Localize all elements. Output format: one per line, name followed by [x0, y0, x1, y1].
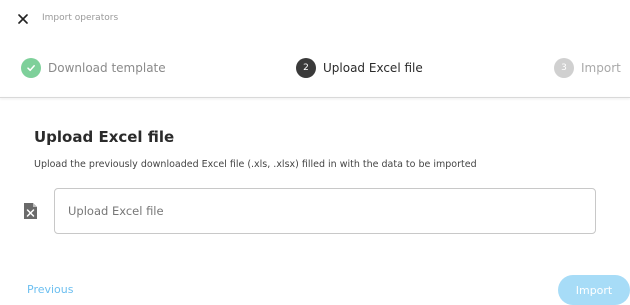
close-button[interactable] [14, 10, 32, 28]
step-download-template: Download template [21, 50, 166, 86]
dialog-title: Import operators [42, 13, 119, 23]
previous-button[interactable]: Previous [27, 283, 74, 296]
upload-excel-file-input[interactable]: Upload Excel file [54, 188, 596, 234]
step-1-label: Download template [48, 61, 166, 75]
step-upload-excel-file: 2 Upload Excel file [296, 50, 423, 86]
step-3-label: Import [581, 61, 621, 75]
step-1-indicator [21, 58, 41, 78]
stepper: Download template 2 Upload Excel file 3 … [0, 50, 630, 88]
import-button[interactable]: Import [558, 275, 630, 305]
step-3-number: 3 [554, 58, 574, 78]
stepper-divider [0, 97, 630, 98]
section-description: Upload the previously downloaded Excel f… [34, 159, 477, 170]
section-title: Upload Excel file [34, 128, 175, 146]
upload-placeholder: Upload Excel file [68, 204, 164, 218]
dialog-header: Import operators [0, 0, 630, 40]
step-import: 3 Import [554, 50, 621, 86]
check-icon [27, 65, 35, 72]
close-icon [18, 14, 28, 24]
step-2-label: Upload Excel file [323, 61, 423, 75]
step-2-number: 2 [296, 58, 316, 78]
excel-file-icon [24, 203, 37, 219]
